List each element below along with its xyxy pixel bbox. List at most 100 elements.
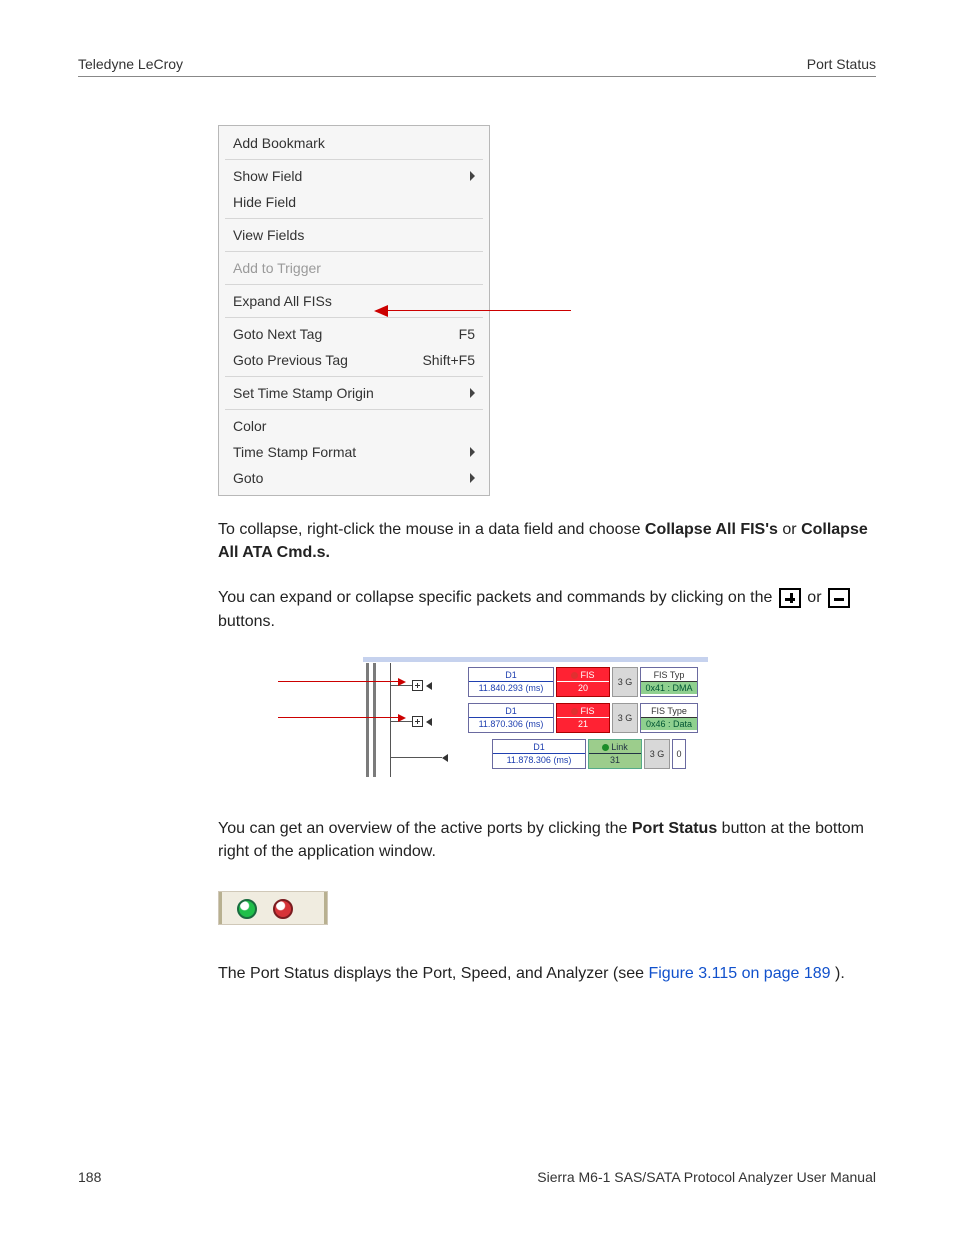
menu-set-time-origin[interactable]: Set Time Stamp Origin bbox=[219, 380, 489, 406]
chevron-left-icon bbox=[426, 682, 432, 690]
packet-cell-speed: 3 G bbox=[612, 703, 638, 733]
menu-separator bbox=[225, 376, 483, 377]
page-number: 188 bbox=[78, 1169, 101, 1185]
paragraph-overview: You can get an overview of the active po… bbox=[218, 817, 876, 863]
text: or bbox=[782, 521, 801, 538]
menu-goto-next-tag[interactable]: Goto Next Tag F5 bbox=[219, 321, 489, 347]
menu-separator bbox=[225, 218, 483, 219]
figure-xref-link[interactable]: Figure 3.115 on page 189 bbox=[648, 965, 830, 982]
packet-cell-type: FIS Type 0x46 : Data bbox=[640, 703, 698, 733]
packet-cell-device: D1 11.878.306 (ms) bbox=[492, 739, 586, 769]
cell-text: 0 bbox=[673, 748, 685, 760]
manual-title: Sierra M6-1 SAS/SATA Protocol Analyzer U… bbox=[537, 1169, 876, 1185]
callout-arrow-icon bbox=[376, 310, 571, 311]
port-green-icon bbox=[237, 899, 257, 919]
submenu-arrow-icon bbox=[470, 171, 475, 181]
cell-bottom: 31 bbox=[589, 754, 641, 766]
menu-label: Add to Trigger bbox=[233, 260, 321, 276]
cell-top: FIS Type bbox=[641, 705, 697, 718]
menu-color[interactable]: Color bbox=[219, 413, 489, 439]
menu-add-bookmark[interactable]: Add Bookmark bbox=[219, 130, 489, 156]
submenu-arrow-icon bbox=[470, 447, 475, 457]
text: You can get an overview of the active po… bbox=[218, 820, 632, 837]
expand-plus-icon[interactable] bbox=[412, 680, 423, 691]
menu-view-fields[interactable]: View Fields bbox=[219, 222, 489, 248]
menu-label: Hide Field bbox=[233, 194, 296, 210]
cell-top: FIS Typ bbox=[641, 669, 697, 682]
menu-separator bbox=[225, 317, 483, 318]
menu-label: Show Field bbox=[233, 168, 302, 184]
status-dot-icon bbox=[602, 744, 609, 751]
menu-hide-field[interactable]: Hide Field bbox=[219, 189, 489, 215]
cell-bottom: 11.870.306 (ms) bbox=[469, 718, 553, 730]
header-left: Teledyne LeCroy bbox=[78, 56, 183, 72]
menu-label: Set Time Stamp Origin bbox=[233, 385, 374, 401]
cell-bottom: 0x46 : Data bbox=[641, 718, 697, 730]
menu-label: Goto Next Tag bbox=[233, 326, 322, 342]
minus-icon[interactable] bbox=[828, 588, 850, 608]
cell-text: 3 G bbox=[613, 712, 637, 724]
paragraph-port-status: The Port Status displays the Port, Speed… bbox=[218, 962, 876, 985]
packet-cell-type: 0 bbox=[672, 739, 686, 769]
cell-bottom: 11.840.293 (ms) bbox=[469, 682, 553, 694]
menu-time-stamp-format[interactable]: Time Stamp Format bbox=[219, 439, 489, 465]
cell-text: 3 G bbox=[645, 748, 669, 760]
chevron-left-icon bbox=[426, 718, 432, 726]
port-status-button[interactable] bbox=[218, 891, 328, 925]
menu-goto[interactable]: Goto bbox=[219, 465, 489, 491]
text: or bbox=[807, 589, 826, 606]
text: buttons. bbox=[218, 613, 275, 630]
packet-cell-device: D1 11.840.293 (ms) bbox=[468, 667, 554, 697]
expand-plus-icon[interactable] bbox=[412, 716, 423, 727]
cell-bottom: 20 bbox=[557, 682, 609, 694]
cell-top: D1 bbox=[469, 669, 553, 682]
menu-separator bbox=[225, 284, 483, 285]
menu-label: Time Stamp Format bbox=[233, 444, 356, 460]
submenu-arrow-icon bbox=[470, 473, 475, 483]
text: To collapse, right-click the mouse in a … bbox=[218, 521, 645, 538]
paragraph-collapse: To collapse, right-click the mouse in a … bbox=[218, 518, 876, 564]
packet-cell-kind: FIS 20 bbox=[556, 667, 610, 697]
text-bold: Collapse All FIS's bbox=[645, 521, 778, 538]
figure-top-stripe bbox=[363, 657, 708, 662]
cell-bottom: 0x41 : DMA bbox=[641, 682, 697, 694]
menu-add-to-trigger: Add to Trigger bbox=[219, 255, 489, 281]
packet-cell-type: FIS Typ 0x41 : DMA bbox=[640, 667, 698, 697]
packet-figure: D1 11.840.293 (ms) FIS 20 3 G FIS Typ 0x… bbox=[278, 657, 708, 777]
packet-cell-kind: FIS 21 bbox=[556, 703, 610, 733]
cell-bottom: 11.878.306 (ms) bbox=[493, 754, 585, 766]
text-bold: Port Status bbox=[632, 820, 717, 837]
menu-shortcut: F5 bbox=[459, 326, 475, 342]
menu-label: Add Bookmark bbox=[233, 135, 325, 151]
menu-separator bbox=[225, 251, 483, 252]
menu-label: Expand All FISs bbox=[233, 293, 332, 309]
menu-shortcut: Shift+F5 bbox=[422, 352, 475, 368]
packet-cell-speed: 3 G bbox=[612, 667, 638, 697]
menu-label: Goto bbox=[233, 470, 263, 486]
menu-separator bbox=[225, 409, 483, 410]
menu-goto-prev-tag[interactable]: Goto Previous Tag Shift+F5 bbox=[219, 347, 489, 373]
cell-top: D1 bbox=[469, 705, 553, 718]
status-dot-icon bbox=[571, 708, 578, 715]
packet-cell-speed: 3 G bbox=[644, 739, 670, 769]
menu-label: Color bbox=[233, 418, 266, 434]
cell-top: D1 bbox=[493, 741, 585, 754]
text: ). bbox=[835, 965, 845, 982]
menu-show-field[interactable]: Show Field bbox=[219, 163, 489, 189]
text: You can expand or collapse specific pack… bbox=[218, 589, 777, 606]
cell-top: Link bbox=[611, 742, 628, 752]
paragraph-expand: You can expand or collapse specific pack… bbox=[218, 586, 876, 632]
callout-arrow-icon bbox=[278, 717, 404, 718]
packet-cell-device: D1 11.870.306 (ms) bbox=[468, 703, 554, 733]
callout-arrow-icon bbox=[278, 681, 404, 682]
cell-text: 3 G bbox=[613, 676, 637, 688]
submenu-arrow-icon bbox=[470, 388, 475, 398]
status-dot-icon bbox=[571, 672, 578, 679]
packet-cell-kind: Link 31 bbox=[588, 739, 642, 769]
text: The Port Status displays the Port, Speed… bbox=[218, 965, 648, 982]
plus-icon[interactable] bbox=[779, 588, 801, 608]
menu-label: Goto Previous Tag bbox=[233, 352, 348, 368]
cell-bottom: 21 bbox=[557, 718, 609, 730]
cell-top: FIS bbox=[580, 670, 594, 680]
cell-top: FIS bbox=[580, 706, 594, 716]
